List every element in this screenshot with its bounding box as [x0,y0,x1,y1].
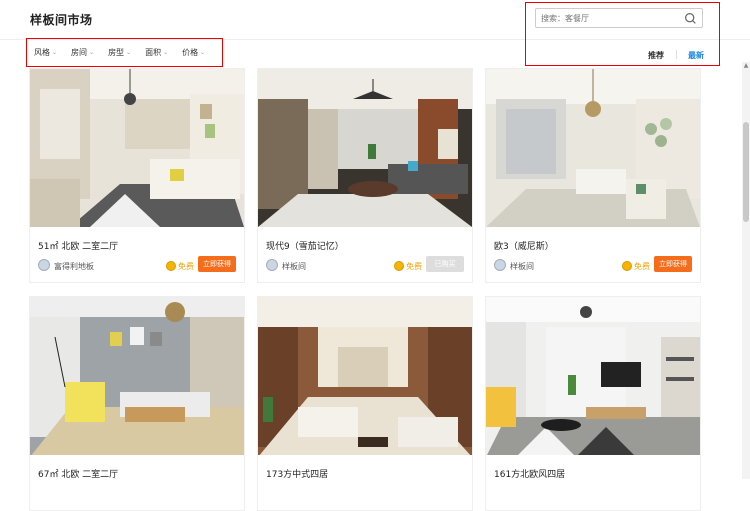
author-name: 富得利地板 [54,262,94,271]
room-image[interactable] [30,69,244,227]
chevron-down-icon: ⌄ [200,49,206,56]
room-image[interactable] [486,69,700,227]
scrollbar-thumb[interactable] [743,122,749,222]
price-label: 免费 [178,262,194,271]
room-image[interactable] [258,69,472,227]
search-box[interactable] [535,8,703,28]
avatar [38,259,50,271]
chevron-down-icon: ⌄ [163,49,169,56]
chevron-down-icon: ⌄ [126,49,132,56]
coin-icon [166,261,176,271]
card-title: 67㎡ 北欧 二室二厅 [38,470,119,480]
price-label: 免费 [406,262,422,271]
filter-price[interactable]: 价格 ⌄ [182,47,205,58]
search-input[interactable] [541,11,681,25]
filter-room[interactable]: 房间 ⌄ [71,47,94,58]
filter-layout[interactable]: 房型 ⌄ [108,47,131,58]
filter-style[interactable]: 风格 ⌄ [34,47,57,58]
sort-divider [676,50,677,59]
top-header: 样板间市场 [0,0,750,40]
template-card[interactable]: 51㎡ 北欧 二室二厅 富得利地板 免费 立即获得 [29,68,245,283]
card-title: 51㎡ 北欧 二室二厅 [38,242,119,252]
template-card[interactable]: 现代9（雪茄记忆） 样板间 免费 已购买 [257,68,473,283]
coin-icon [394,261,404,271]
card-title: 173方中式四居 [266,470,329,480]
sort-recommended[interactable]: 推荐 [648,50,664,61]
coin-icon [622,261,632,271]
chevron-down-icon: ⌄ [52,49,58,56]
card-title: 现代9（雪茄记忆） [266,242,344,252]
author-name: 样板间 [282,262,306,271]
chevron-down-icon: ⌄ [89,49,95,56]
avatar [494,259,506,271]
filter-area[interactable]: 面积 ⌄ [145,47,168,58]
room-image[interactable] [258,297,472,455]
author-name: 样板间 [510,262,534,271]
price-label: 免费 [634,262,650,271]
card-title: 161方北欧风四居 [494,470,566,480]
sort-latest[interactable]: 最新 [688,50,704,61]
room-image[interactable] [486,297,700,455]
search-icon[interactable] [684,12,697,25]
room-image[interactable] [30,297,244,455]
scroll-up-arrow-icon[interactable]: ▲ [742,62,750,70]
avatar [266,259,278,271]
scrollbar[interactable] [742,62,750,479]
get-now-button[interactable]: 立即获得 [654,256,692,272]
template-card[interactable]: 欧3（威尼斯） 样板间 免费 立即获得 [485,68,701,283]
get-now-button[interactable]: 立即获得 [198,256,236,272]
card-title: 欧3（威尼斯） [494,242,554,252]
filter-bar: 风格 ⌄ 房间 ⌄ 房型 ⌄ 面积 ⌄ 价格 ⌄ [34,47,205,58]
purchased-button[interactable]: 已购买 [426,256,464,272]
page-title: 样板间市场 [30,13,93,27]
